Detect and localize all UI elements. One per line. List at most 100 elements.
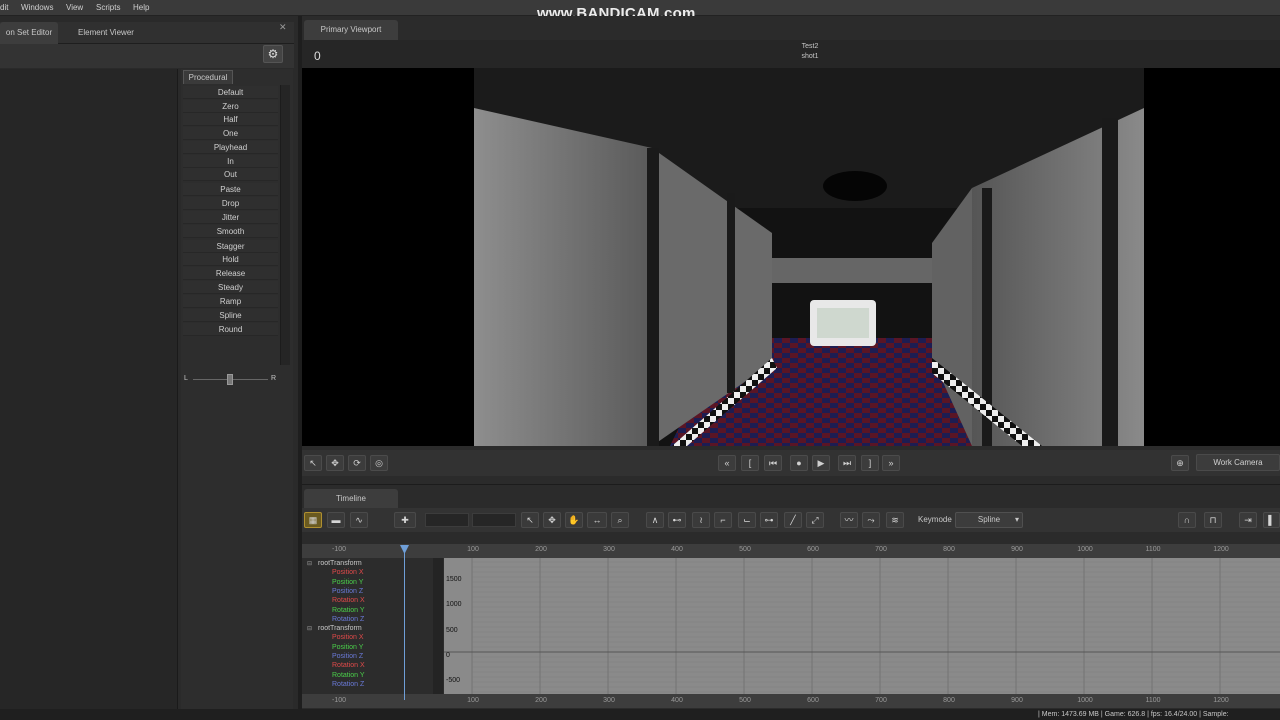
channel-scrollbar[interactable] — [433, 558, 443, 694]
play-icon[interactable]: ▶ — [812, 455, 830, 471]
work-camera-button[interactable]: Work Camera — [1196, 454, 1280, 471]
tab-primary-viewport[interactable]: Primary Viewport — [304, 20, 398, 40]
channel-item[interactable]: Rotation X — [332, 597, 365, 604]
step-forward-icon[interactable]: ⏭ — [838, 455, 856, 471]
procedural-button-stagger[interactable]: Stagger — [183, 240, 278, 253]
camera-settings-icon[interactable]: ⊕ — [1171, 455, 1189, 471]
menu-scripts[interactable]: Scripts — [96, 3, 120, 12]
procedural-button-default[interactable]: Default — [183, 86, 278, 99]
tangent-flat-icon[interactable]: ⊷ — [668, 512, 686, 528]
channel-item[interactable]: Position X — [332, 569, 364, 576]
clip-editor-icon[interactable]: ▦ — [304, 512, 322, 528]
menu-edit[interactable]: dit — [0, 3, 8, 12]
channel-item[interactable]: Rotation Y — [332, 672, 365, 679]
snap-frame-icon[interactable]: ⊓ — [1204, 512, 1222, 528]
menu-view[interactable]: View — [66, 3, 83, 12]
keymode-dropdown[interactable]: Spline ▾ — [955, 512, 1023, 528]
procedural-button-steady[interactable]: Steady — [183, 281, 278, 294]
fast-forward-icon[interactable]: » — [882, 455, 900, 471]
tangent-spline-icon[interactable]: ≀ — [692, 512, 710, 528]
menu-help[interactable]: Help — [133, 3, 149, 12]
channel-item[interactable]: rootTransform — [318, 560, 362, 567]
procedural-button-one[interactable]: One — [183, 127, 278, 140]
record-icon[interactable]: ● — [790, 455, 808, 471]
keymode-label: Keymode — [918, 515, 952, 524]
procedural-button-ramp[interactable]: Ramp — [183, 295, 278, 308]
pan-hand-icon[interactable]: ✋ — [565, 512, 583, 528]
channel-item[interactable]: Position Z — [332, 653, 363, 660]
graph-editor-icon[interactable]: ∿ — [350, 512, 368, 528]
zoom-icon[interactable]: ⌕ — [611, 512, 629, 528]
tangent-linear-flat-icon[interactable]: ⊶ — [760, 512, 778, 528]
channel-item[interactable]: Position Y — [332, 644, 363, 651]
frame-all-icon[interactable]: ⇥ — [1239, 512, 1257, 528]
timeline-ruler-top[interactable] — [302, 544, 1280, 558]
step-back-icon[interactable]: ⏮ — [764, 455, 782, 471]
add-bookmark-icon[interactable]: ✚ — [394, 512, 416, 528]
channel-item[interactable]: Position X — [332, 634, 364, 641]
select-keys-icon[interactable]: ↖ — [521, 512, 539, 528]
channel-item[interactable]: Rotation Y — [332, 607, 365, 614]
scale-tool-icon[interactable]: ◎ — [370, 455, 388, 471]
channel-item[interactable]: Rotation X — [332, 662, 365, 669]
tangent-linear-icon[interactable]: ╱ — [784, 512, 802, 528]
procedural-button-drop[interactable]: Drop — [183, 197, 278, 210]
menu-windows[interactable]: Windows — [21, 3, 53, 12]
procedural-button-zero[interactable]: Zero — [183, 100, 278, 113]
go-to-out-icon[interactable]: ] — [861, 455, 879, 471]
graph-editor-area[interactable] — [444, 558, 1280, 694]
rotate-tool-icon[interactable]: ⟳ — [348, 455, 366, 471]
procedural-button-round[interactable]: Round — [183, 323, 278, 336]
channel-item[interactable]: Rotation Z — [332, 616, 364, 623]
tangent-stepped-next-icon[interactable]: ⌙ — [738, 512, 756, 528]
select-tool-icon[interactable]: ↖ — [304, 455, 322, 471]
procedural-button-in[interactable]: In — [183, 155, 278, 168]
tab-animation-set-editor[interactable]: on Set Editor — [0, 22, 58, 44]
motion-editor-icon[interactable]: ▬ — [327, 512, 345, 528]
gear-icon[interactable]: ⚙ — [263, 45, 283, 63]
channel-item[interactable]: Position Z — [332, 588, 363, 595]
frame-selection-icon[interactable]: ▌ — [1263, 512, 1280, 528]
animation-set-list[interactable] — [0, 69, 178, 709]
snap-magnet-icon[interactable]: ∩ — [1178, 512, 1196, 528]
go-to-in-icon[interactable]: [ — [741, 455, 759, 471]
time-field-start[interactable] — [425, 513, 469, 527]
panel-splitter[interactable] — [298, 16, 302, 709]
procedural-scrollbar[interactable] — [280, 85, 290, 365]
smooth-curves-icon[interactable]: ⤳ — [862, 512, 880, 528]
time-field-end[interactable] — [472, 513, 516, 527]
rewind-icon[interactable]: « — [718, 455, 736, 471]
timeline-ruler-bottom[interactable] — [302, 694, 1280, 708]
tab-timeline[interactable]: Timeline — [304, 489, 398, 509]
channel-item[interactable]: Rotation Z — [332, 681, 364, 688]
slider-handle[interactable] — [227, 374, 233, 385]
collapse-icon[interactable]: ⊟ — [307, 625, 312, 632]
procedural-button-smooth[interactable]: Smooth — [183, 225, 278, 238]
procedural-button-paste[interactable]: Paste — [183, 183, 278, 196]
procedural-button-spline[interactable]: Spline — [183, 309, 278, 322]
procedural-button-jitter[interactable]: Jitter — [183, 211, 278, 224]
playhead-line[interactable] — [404, 550, 405, 700]
procedural-button-out[interactable]: Out — [183, 168, 278, 181]
tab-procedural[interactable]: Procedural — [183, 70, 233, 84]
move-keys-icon[interactable]: ✥ — [543, 512, 561, 528]
procedural-button-hold[interactable]: Hold — [183, 253, 278, 266]
filter-curves-icon[interactable]: 〰 — [840, 512, 858, 528]
channel-item[interactable]: rootTransform — [318, 625, 362, 632]
3d-viewport[interactable] — [302, 68, 1280, 446]
procedural-button-playhead[interactable]: Playhead — [183, 141, 278, 154]
collapse-icon[interactable]: ⊟ — [307, 560, 312, 567]
tab-element-viewer[interactable]: Element Viewer — [66, 22, 146, 44]
scene-name: Test2 — [801, 43, 819, 50]
tangent-step-icon[interactable]: ⌐ — [714, 512, 732, 528]
procedural-button-half[interactable]: Half — [183, 113, 278, 126]
scale-keys-icon[interactable]: ↔ — [587, 512, 607, 528]
move-tool-icon[interactable]: ✥ — [326, 455, 344, 471]
tangent-broken-icon[interactable]: ⤢ — [806, 512, 824, 528]
jitter-curves-icon[interactable]: ≋ — [886, 512, 904, 528]
channel-item[interactable]: Position Y — [332, 579, 363, 586]
procedural-button-release[interactable]: Release — [183, 267, 278, 280]
tangent-auto-icon[interactable]: ∧ — [646, 512, 664, 528]
close-panel-icon[interactable]: ✕ — [279, 22, 287, 33]
balance-slider[interactable]: L R — [183, 372, 278, 390]
